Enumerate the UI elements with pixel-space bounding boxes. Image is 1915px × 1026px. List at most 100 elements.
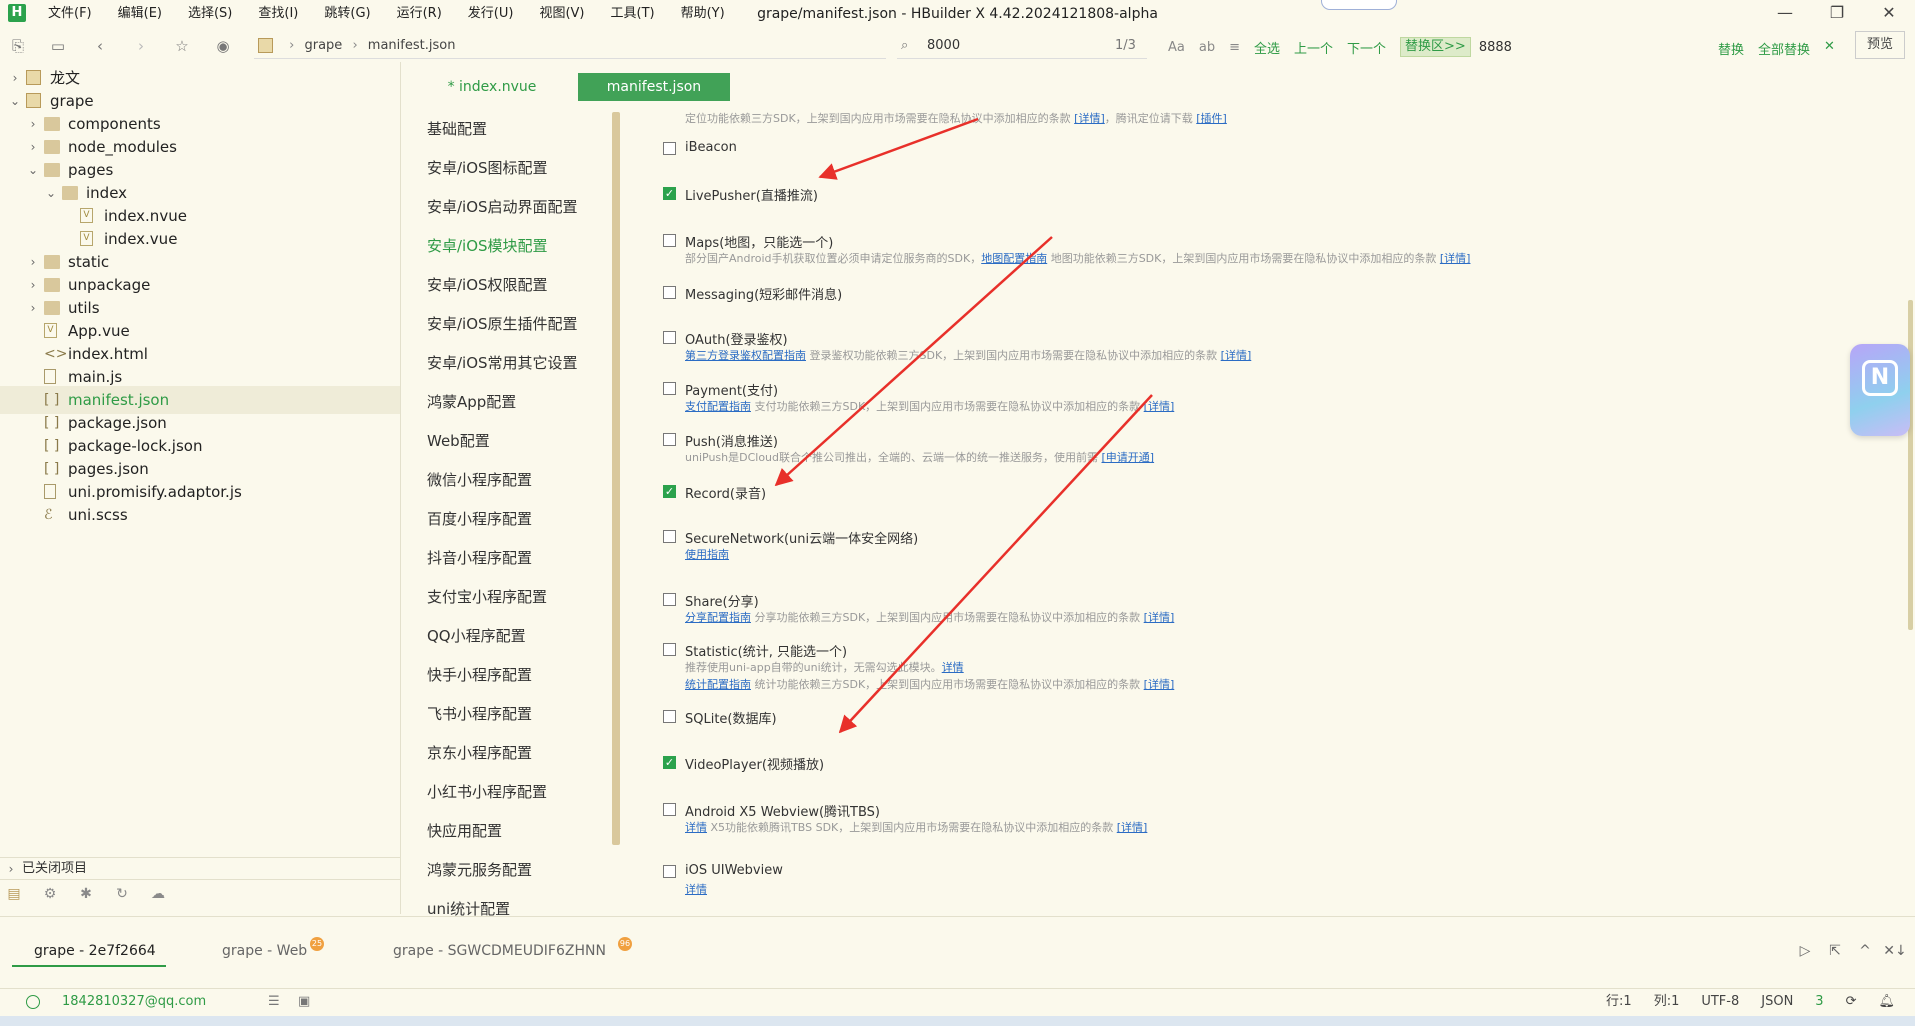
save-icon[interactable]: ▭ (48, 36, 68, 56)
settings-nav-item[interactable]: 百度小程序配置 (427, 507, 532, 531)
find-prev-button[interactable]: 上一个 (1294, 38, 1333, 57)
file-encoding[interactable]: UTF-8 (1701, 989, 1739, 1015)
plugins-view-icon[interactable]: ⚙ (40, 886, 60, 904)
replace-input[interactable]: 8888 (1479, 40, 1512, 55)
settings-nav-item[interactable]: 快应用配置 (427, 819, 502, 843)
user-account[interactable]: 1842810327@qq.com (62, 989, 206, 1015)
settings-nav-item[interactable]: 安卓/iOS图标配置 (427, 156, 548, 180)
replace-all-button[interactable]: 全部替换 (1758, 39, 1810, 58)
console-tab[interactable]: grape - 2e7f2664 (12, 943, 166, 967)
whole-word-toggle[interactable]: ab (1199, 40, 1215, 55)
settings-nav-item[interactable]: 安卓/iOS权限配置 (427, 273, 548, 297)
replace-button[interactable]: 替换 (1718, 39, 1744, 58)
guide-link[interactable]: 统计配置指南 (685, 678, 751, 691)
module-label[interactable]: Statistic(统计, 只能选一个) (685, 641, 847, 660)
module-label[interactable]: Maps(地图，只能选一个) (685, 232, 833, 251)
details-link[interactable]: [详情] (1144, 611, 1175, 624)
minimize-button[interactable]: — (1759, 0, 1811, 28)
bell-icon[interactable]: 🔔︎ (1878, 989, 1895, 1015)
details-link[interactable]: [详情] (1144, 678, 1175, 691)
list-icon[interactable]: ☰ (268, 989, 280, 1015)
settings-nav-item[interactable]: 支付宝小程序配置 (427, 585, 547, 609)
find-next-button[interactable]: 下一个 (1347, 38, 1386, 57)
module-label[interactable]: SQLite(数据库) (685, 708, 777, 727)
guide-link[interactable]: 详情 (685, 821, 707, 834)
debug-view-icon[interactable]: ✱ (76, 886, 96, 904)
module-checkbox[interactable] (663, 803, 676, 816)
regex-icon[interactable]: ≡ (1229, 40, 1240, 55)
settings-nav-item[interactable]: 基础配置 (427, 117, 487, 141)
tab-index-nvue[interactable]: * index.nvue (432, 73, 552, 101)
settings-nav-item[interactable]: 安卓/iOS常用其它设置 (427, 351, 578, 375)
find-input[interactable]: ⌕ 8000 1/3 (897, 35, 1147, 59)
module-checkbox[interactable] (663, 710, 676, 723)
close-console-icon[interactable]: ✕↓ (1880, 943, 1910, 959)
bookmark-star-icon[interactable]: ☆ (172, 36, 192, 56)
new-file-icon[interactable]: ⎘ (8, 36, 28, 56)
module-label[interactable]: Payment(支付) (685, 380, 778, 399)
settings-nav-item[interactable]: 飞书小程序配置 (427, 702, 532, 726)
module-label[interactable]: iOS UIWebview (685, 863, 783, 878)
forward-arrow-icon[interactable]: › (131, 36, 151, 56)
settings-nav-item[interactable]: 快手小程序配置 (427, 663, 532, 687)
floating-assistant-widget[interactable]: N (1850, 344, 1910, 436)
cursor-col[interactable]: 列:1 (1654, 989, 1680, 1015)
module-checkbox[interactable] (663, 286, 676, 299)
tab-manifest-json[interactable]: manifest.json (578, 73, 730, 101)
settings-nav-item[interactable]: 安卓/iOS模块配置 (427, 234, 548, 258)
sync-icon[interactable]: ⟳ (1846, 989, 1857, 1015)
collapse-console-icon[interactable]: ^ (1850, 943, 1880, 959)
preview-button[interactable]: 预览 (1855, 31, 1905, 59)
console-tab[interactable]: grape - SGWCDMEUDIF6ZHNN (393, 943, 606, 959)
guide-link[interactable]: 支付配置指南 (685, 400, 751, 413)
settings-nav-item[interactable]: 安卓/iOS原生插件配置 (427, 312, 578, 336)
module-label[interactable]: LivePusher(直播推流) (685, 185, 818, 204)
module-checkbox[interactable]: ✓ (663, 756, 676, 769)
module-checkbox[interactable]: ✓ (663, 485, 676, 498)
settings-nav-item[interactable]: 京东小程序配置 (427, 741, 532, 765)
close-find-icon[interactable]: ✕ (1824, 39, 1835, 58)
file-language[interactable]: JSON (1761, 989, 1793, 1015)
content-scrollbar[interactable] (1908, 300, 1913, 630)
terminal-icon[interactable]: ▣ (298, 989, 310, 1015)
breadcrumb-file[interactable]: manifest.json (368, 38, 456, 53)
module-checkbox[interactable] (663, 382, 676, 395)
details-link[interactable]: [详情] (1221, 349, 1252, 362)
settings-nav-item[interactable]: 微信小程序配置 (427, 468, 532, 492)
files-view-icon[interactable]: ▤ (4, 886, 24, 904)
module-label[interactable]: SecureNetwork(uni云端一体安全网络) (685, 528, 918, 547)
settings-nav-item[interactable]: 鸿蒙元服务配置 (427, 858, 532, 882)
module-checkbox[interactable] (663, 433, 676, 446)
details-link[interactable]: [详情] (1144, 400, 1175, 413)
module-label[interactable]: Push(消息推送) (685, 431, 778, 450)
module-checkbox[interactable] (663, 142, 676, 155)
cursor-line[interactable]: 行:1 (1606, 989, 1632, 1015)
module-label[interactable]: Messaging(短彩邮件消息) (685, 284, 842, 303)
run-console-icon[interactable]: ▷ (1790, 943, 1820, 959)
module-checkbox[interactable]: ✓ (663, 187, 676, 200)
guide-link[interactable]: 详情 (685, 883, 707, 896)
module-checkbox[interactable] (663, 593, 676, 606)
back-arrow-icon[interactable]: ‹ (90, 36, 110, 56)
guide-link[interactable]: 第三方登录鉴权配置指南 (685, 349, 806, 362)
nav-divider-scrollbar[interactable] (612, 112, 620, 845)
module-checkbox[interactable] (663, 331, 676, 344)
details-link[interactable]: [申请开通] (1102, 451, 1155, 464)
source-control-icon[interactable]: ↻ (112, 886, 132, 904)
module-checkbox[interactable] (663, 234, 676, 247)
maximize-button[interactable]: ❐ (1811, 0, 1863, 28)
notification-count[interactable]: 3 (1815, 989, 1823, 1015)
close-window-button[interactable]: ✕ (1863, 0, 1915, 28)
tree-item[interactable]: ℰuni.scss (0, 501, 400, 529)
replace-toggle-button[interactable]: 替换区>> (1400, 37, 1471, 57)
module-label[interactable]: iBeacon (685, 140, 737, 155)
details-link[interactable]: [详情] (1440, 252, 1471, 265)
settings-nav-item[interactable]: 小红书小程序配置 (427, 780, 547, 804)
details-link[interactable]: [详情] (1074, 112, 1105, 125)
details-link[interactable]: [详情] (1117, 821, 1148, 834)
console-tab[interactable]: grape - Web (222, 943, 307, 959)
module-checkbox[interactable] (663, 530, 676, 543)
breadcrumb-project[interactable]: grape (304, 38, 342, 53)
popout-console-icon[interactable]: ⇱ (1820, 943, 1850, 959)
settings-nav-item[interactable]: 安卓/iOS启动界面配置 (427, 195, 578, 219)
